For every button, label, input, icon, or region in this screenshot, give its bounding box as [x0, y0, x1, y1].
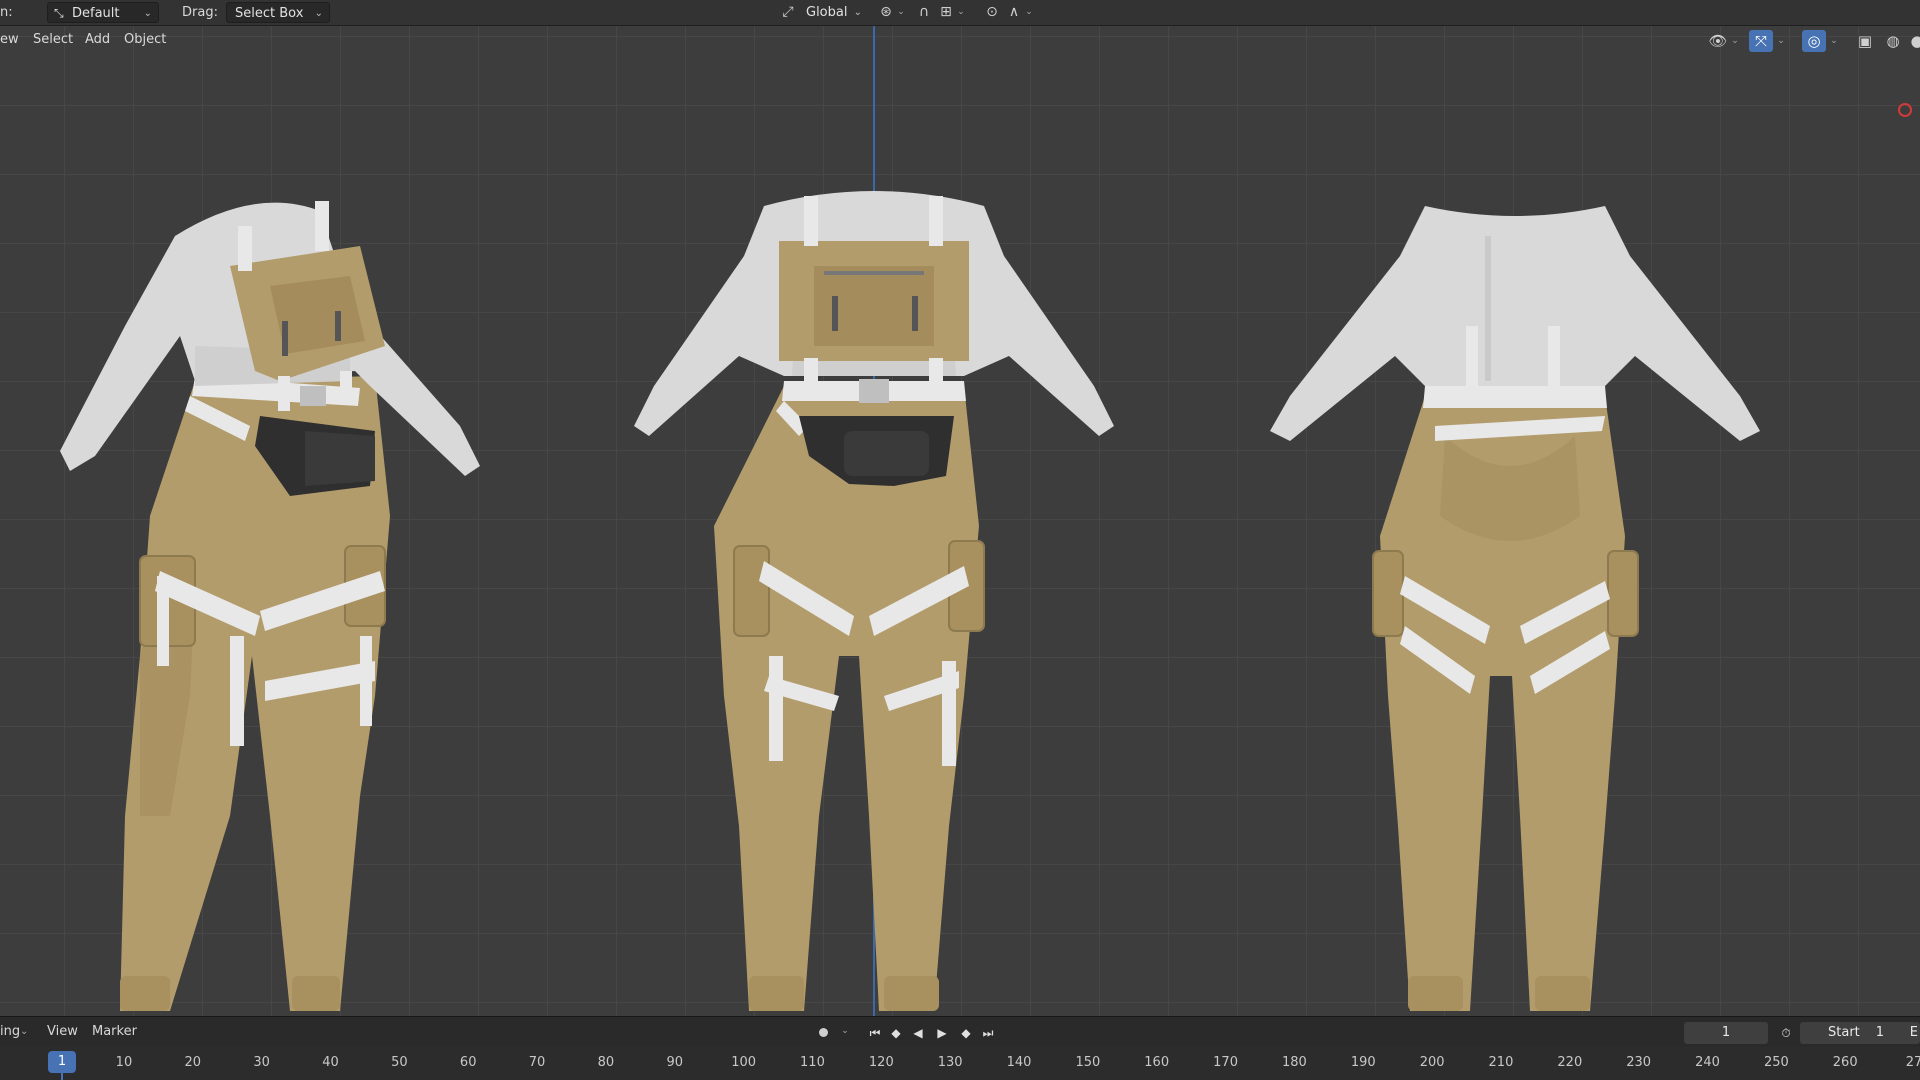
- current-frame-line: [61, 1073, 63, 1080]
- transform-axes-icon[interactable]: ⤢: [778, 3, 798, 22]
- chevron-down-icon[interactable]: ⌄: [956, 3, 966, 22]
- current-frame-cursor[interactable]: 1: [48, 1051, 76, 1073]
- current-frame-field[interactable]: 1: [1684, 1022, 1768, 1044]
- menu-view[interactable]: View: [47, 1017, 78, 1047]
- start-value: 1: [1875, 1025, 1884, 1040]
- ruler-tick-label: 210: [1488, 1055, 1514, 1070]
- ruler-tick-label: 27: [1905, 1055, 1920, 1070]
- ruler-tick-label: 190: [1350, 1055, 1376, 1070]
- solid-shading-icon[interactable]: ●: [1905, 30, 1920, 52]
- ruler-tick-label: 200: [1419, 1055, 1445, 1070]
- transform-orientation-dropdown[interactable]: ⤡ Default ⌄: [47, 2, 159, 23]
- start-frame-field[interactable]: Start 1 E: [1800, 1022, 1920, 1044]
- orientation-value: Default: [72, 6, 120, 21]
- ruler-tick-label: 140: [1006, 1055, 1032, 1070]
- jump-to-next-keyframe-icon[interactable]: ◆: [956, 1023, 976, 1043]
- chevron-down-icon[interactable]: ⌄: [1829, 30, 1839, 52]
- ruler-tick-label: 240: [1695, 1055, 1720, 1070]
- transform-space-value: Global: [806, 5, 848, 20]
- ruler-tick-label: 50: [391, 1055, 408, 1070]
- jump-to-prev-keyframe-icon[interactable]: ◆: [886, 1023, 906, 1043]
- frame-ruler[interactable]: 1 10 20 30 40 50 60 70 80 90 100 110 120 130 140 150 16…: [0, 1047, 1920, 1080]
- menu-view[interactable]: ew: [0, 26, 19, 54]
- chevron-down-icon: ⌄: [314, 8, 323, 19]
- jump-to-start-icon[interactable]: ⏮: [865, 1023, 885, 1043]
- menu-object[interactable]: Object: [124, 26, 166, 54]
- orientation-gizmo-icon: ⤡: [54, 6, 64, 20]
- chevron-down-icon: ⌄: [143, 8, 152, 19]
- xray-toggle-icon[interactable]: ▣: [1853, 30, 1877, 52]
- ruler-tick-label: 80: [597, 1055, 615, 1070]
- ruler-tick-label: 90: [666, 1055, 684, 1070]
- wireframe-shading-icon[interactable]: ◍: [1881, 30, 1905, 52]
- jump-to-end-icon[interactable]: ⏭: [978, 1023, 998, 1043]
- start-label: Start: [1828, 1025, 1860, 1040]
- chevron-down-icon[interactable]: ⌄: [1730, 30, 1740, 52]
- menu-playback[interactable]: ing: [0, 1017, 20, 1047]
- drag-select-dropdown[interactable]: Select Box ⌄: [226, 2, 330, 23]
- top-header-bar: n: ⤡ Default ⌄ Drag: Select Box ⌄ ⤢ Glob…: [0, 0, 1920, 26]
- preview-range-clock-icon[interactable]: ⏱: [1776, 1023, 1796, 1043]
- ruler-tick-label: 40: [322, 1055, 339, 1070]
- ruler-tick-label: 60: [459, 1055, 477, 1070]
- ruler-tick-label: 150: [1075, 1055, 1101, 1070]
- ruler-tick-label: 260: [1832, 1055, 1858, 1070]
- 3d-viewport[interactable]: ew Select Add Object 👁 ⌄ ⤧ ⌄ ◎ ⌄ ▣ ◍ ●: [0, 26, 1920, 1016]
- chevron-down-icon: ⌄: [853, 7, 862, 18]
- ruler-tick-label: 180: [1281, 1055, 1307, 1070]
- snap-increment-icon[interactable]: ⊞: [936, 3, 956, 22]
- ruler-tick-label: 220: [1557, 1055, 1583, 1070]
- ruler-tick-label: 120: [868, 1055, 894, 1070]
- proportional-editing-icon[interactable]: ⊙: [982, 3, 1002, 22]
- falloff-curve-icon[interactable]: ∧: [1004, 3, 1024, 22]
- auto-keying-record-icon[interactable]: [819, 1028, 828, 1037]
- drag-value: Select Box: [235, 6, 304, 21]
- menu-add[interactable]: Add: [85, 26, 110, 54]
- ruler-tick-label: 10: [115, 1055, 133, 1070]
- transform-space-dropdown[interactable]: Global ⌄: [798, 2, 868, 23]
- play-icon[interactable]: ▶: [932, 1023, 952, 1043]
- ruler-tick-label: 160: [1144, 1055, 1170, 1070]
- outfit-figure-3quarter[interactable]: [0, 96, 560, 1016]
- visibility-eye-icon[interactable]: 👁: [1706, 30, 1730, 52]
- ruler-tick-label: 30: [253, 1055, 270, 1070]
- end-field-fragment: E: [1909, 1025, 1918, 1040]
- blender-window: n: ⤡ Default ⌄ Drag: Select Box ⌄ ⤢ Glob…: [0, 0, 1920, 1080]
- ruler-tick-label: 70: [528, 1055, 546, 1070]
- timeline-editor: ing ⌄ View Marker ⌄ ⏮ ◆ ◀ ▶ ◆ ⏭ 1 ⏱ Star…: [0, 1016, 1920, 1080]
- timeline-header: ing ⌄ View Marker ⌄ ⏮ ◆ ◀ ▶ ◆ ⏭ 1 ⏱ Star…: [0, 1017, 1920, 1047]
- chevron-down-icon[interactable]: ⌄: [840, 1022, 850, 1041]
- ruler-tick-label: 20: [184, 1055, 202, 1070]
- overlays-toggle-icon[interactable]: ◎: [1802, 30, 1826, 52]
- ruler-tick-label: 250: [1763, 1055, 1789, 1070]
- ruler-tick-label: 110: [800, 1055, 825, 1070]
- chevron-down-icon[interactable]: ⌄: [20, 1017, 28, 1047]
- mode-label-fragment: n:: [0, 5, 13, 20]
- outfit-figure-front[interactable]: [594, 96, 1154, 1016]
- snap-magnet-icon[interactable]: ∩: [914, 3, 934, 22]
- pivot-point-icon[interactable]: ⊛: [876, 3, 896, 22]
- ruler-tick-label: 170: [1213, 1055, 1238, 1070]
- record-indicator-icon: [1898, 103, 1912, 117]
- ruler-tick-label: 230: [1626, 1055, 1652, 1070]
- viewport-header: ew Select Add Object 👁 ⌄ ⤧ ⌄ ◎ ⌄ ▣ ◍ ●: [0, 26, 1920, 54]
- gizmo-toggle-icon[interactable]: ⤧: [1749, 30, 1773, 52]
- menu-select[interactable]: Select: [33, 26, 73, 54]
- outfit-figure-back[interactable]: [1230, 96, 1790, 1016]
- play-reverse-icon[interactable]: ◀: [908, 1023, 928, 1043]
- menu-marker[interactable]: Marker: [92, 1017, 137, 1047]
- drag-label: Drag:: [182, 5, 218, 20]
- chevron-down-icon[interactable]: ⌄: [896, 3, 906, 22]
- ruler-tick-label: 100: [731, 1055, 757, 1070]
- chevron-down-icon[interactable]: ⌄: [1024, 3, 1034, 22]
- chevron-down-icon[interactable]: ⌄: [1776, 30, 1786, 52]
- ruler-tick-label: 130: [937, 1055, 963, 1070]
